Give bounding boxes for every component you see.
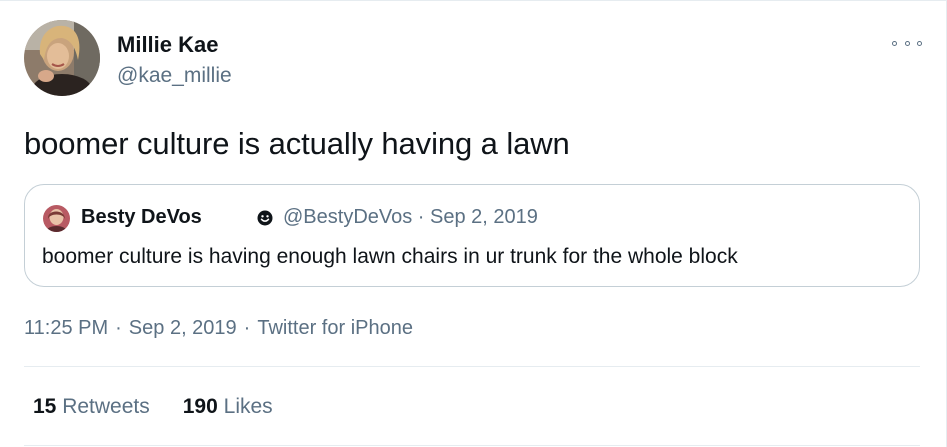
quoted-handle-date: @BestyDeVos · Sep 2, 2019 [283,206,538,228]
more-dot [917,40,922,46]
quoted-display-name: Besty DeVos [81,206,202,228]
engagement-stats: 15 Retweets 190 Likes [33,395,273,419]
quoted-tweet[interactable]: Besty DeVos @BestyDeVos · Sep 2, 2019 bo… [24,184,920,287]
quoted-avatar [43,205,70,232]
more-options-icon[interactable] [892,37,922,49]
tweet-text: boomer culture is actually having a lawn [24,126,570,161]
smiley-icon [257,210,273,226]
tweet-date[interactable]: Sep 2, 2019 [129,317,237,339]
tweet-card: Millie Kae @kae_millie boomer culture is… [0,0,947,447]
likes-label: Likes [223,395,273,418]
quoted-tweet-text: boomer culture is having enough lawn cha… [42,245,738,268]
meta-separator: · [243,317,251,339]
retweets-count: 15 [33,395,57,418]
divider [24,366,920,367]
author-display-name[interactable]: Millie Kae [117,32,218,58]
retweets-label: Retweets [62,395,150,418]
meta-separator: · [115,317,122,339]
tweet-time[interactable]: 11:25 PM [24,317,108,339]
avatar[interactable] [24,20,100,96]
more-dot [892,40,897,46]
tweet-metadata: 11:25 PM · Sep 2, 2019 · Twitter for iPhone [24,317,413,340]
tweet-source[interactable]: Twitter for iPhone [257,317,413,339]
more-dot [904,40,910,46]
likes-stat[interactable]: 190 Likes [183,395,273,419]
likes-count: 190 [182,395,218,418]
divider [24,445,920,446]
author-handle[interactable]: @kae_millie [117,64,232,88]
retweets-stat[interactable]: 15 Retweets [33,395,150,419]
